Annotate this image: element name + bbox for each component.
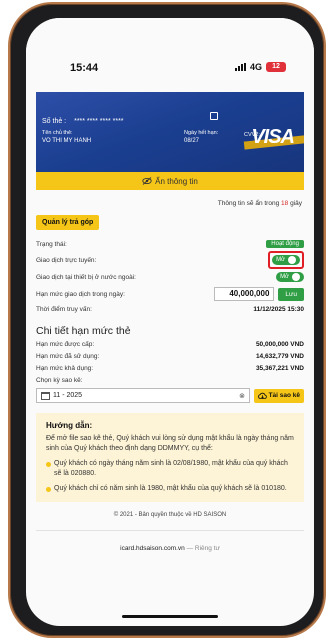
expiry-value: 08/27	[184, 138, 200, 144]
guide-bullet: Quý khách chỉ có năm sinh là 1980, mật k…	[46, 484, 296, 495]
toggle-knob	[292, 273, 300, 281]
online-transaction-toggle[interactable]: Mở	[272, 255, 300, 265]
status-right: 4G 12	[234, 62, 286, 72]
visa-logo: VISA	[251, 126, 295, 148]
limit-details-title: Chi tiết hạn mức thẻ	[36, 325, 131, 337]
online-transaction-row: Giao dịch trực tuyến: Mở	[36, 251, 304, 269]
online-toggle-highlight: Mở	[268, 251, 304, 269]
foreign-transaction-toggle[interactable]: Mở	[276, 272, 304, 282]
bullet-icon	[46, 461, 51, 467]
url-domain: icard.hdsaison.com.vn	[120, 545, 185, 552]
daily-limit-input[interactable]: 40,000,000	[214, 287, 275, 301]
status-time: 15:44	[70, 62, 99, 74]
statement-row: 11 - 2025 ⊗ Tải sao kê	[36, 388, 304, 403]
cloud-download-icon	[257, 392, 267, 399]
holder-label: Tên chủ thẻ:	[42, 130, 73, 136]
query-time-value: 11/12/2025 15:30	[253, 306, 304, 313]
expiry-label: Ngày hết hạn:	[184, 130, 219, 136]
copy-icon[interactable]	[210, 112, 218, 120]
statement-period-label: Chọn kỳ sao kê:	[36, 377, 83, 384]
hide-info-button[interactable]: Ẩn thông tin	[36, 172, 304, 190]
copyright: © 2021 - Bản quyền thuộc về HD SAISON	[36, 512, 304, 531]
statement-period-picker[interactable]: 11 - 2025 ⊗	[36, 388, 250, 403]
download-statement-button[interactable]: Tải sao kê	[253, 388, 304, 403]
network-type: 4G	[249, 62, 262, 72]
guide-intro: Để mở file sao kê thẻ, Quý khách vui lòn…	[46, 434, 294, 453]
url-privacy: — Riêng tư	[186, 545, 220, 552]
status-bar: 15:44 4G 12	[26, 18, 314, 74]
hide-info-label: Ẩn thông tin	[155, 176, 198, 186]
timer-seconds: 18	[281, 200, 289, 207]
guide-bullet: Quý khách có ngày tháng năm sinh là 02/0…	[46, 459, 296, 480]
limit-details: Hạn mức được cấp: 50,000,000 VND Hạn mức…	[36, 341, 304, 384]
eye-slash-icon	[142, 177, 152, 185]
battery-icon: 12	[266, 62, 286, 72]
granted-limit-row: Hạn mức được cấp: 50,000,000 VND	[36, 341, 304, 348]
main-content: Số thẻ : **** **** **** **** Tên chủ thẻ…	[36, 92, 304, 552]
home-indicator[interactable]	[122, 615, 218, 618]
query-time-row: Thời điểm truy vấn: 11/12/2025 15:30	[36, 306, 304, 313]
status-badge: Hoạt động	[266, 240, 304, 248]
foreign-transaction-row: Giao dịch tại thiết bị ở nước ngoài: Mở	[36, 272, 304, 282]
bullet-icon	[46, 486, 51, 492]
url-bar[interactable]: icard.hdsaison.com.vn — Riêng tư	[36, 545, 304, 552]
used-limit-row: Hạn mức đã sử dụng: 14,632,779 VND	[36, 353, 304, 360]
daily-limit-row: Hạn mức giao dịch trong ngày: 40,000,000…	[36, 287, 304, 301]
phone-screen: 15:44 4G 12 Số thẻ : **** **** **** ****…	[26, 18, 314, 626]
toggle-knob	[288, 256, 296, 264]
manage-installment-button[interactable]: Quản lý trả góp	[36, 215, 100, 230]
card-number: Số thẻ : **** **** **** ****	[42, 118, 124, 125]
card-settings: Trạng thái: Hoạt động Giao dịch trực tuy…	[36, 240, 304, 313]
calendar-icon	[41, 391, 50, 400]
hide-timer: Thông tin sẽ ẩn trong 18 giây	[217, 200, 302, 207]
save-limit-button[interactable]: Lưu	[278, 287, 304, 301]
credit-card: Số thẻ : **** **** **** **** Tên chủ thẻ…	[36, 92, 304, 172]
signal-icon	[234, 63, 246, 71]
phone-frame: 15:44 4G 12 Số thẻ : **** **** **** ****…	[8, 2, 326, 638]
holder-name: VO THI MY HANH	[42, 138, 92, 144]
clear-icon[interactable]: ⊗	[239, 392, 245, 400]
guide-title: Hướng dẫn:	[46, 421, 93, 430]
available-limit-row: Hạn mức khả dụng: 35,367,221 VND	[36, 365, 304, 372]
guide-box: Hướng dẫn: Để mở file sao kê thẻ, Quý kh…	[36, 413, 304, 502]
status-row: Trạng thái: Hoạt động	[36, 240, 304, 248]
